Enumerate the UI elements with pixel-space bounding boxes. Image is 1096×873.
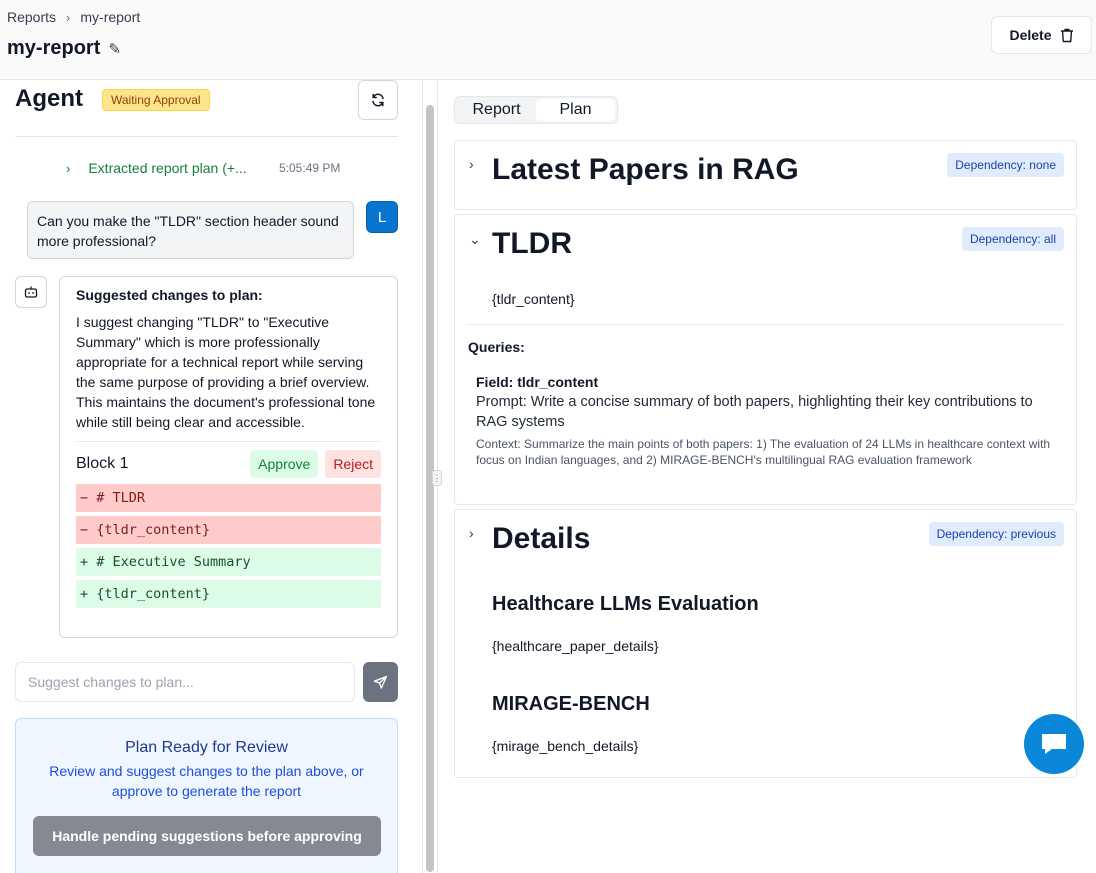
query-context: Context: Summarize the main points of bo… (476, 437, 1051, 467)
diff-line-removed: − # TLDR (76, 484, 381, 512)
queries-label: Queries: (468, 339, 525, 355)
subsection-title: MIRAGE-BENCH (492, 693, 650, 715)
plan-section-latest-papers[interactable]: › Latest Papers in RAG Dependency: none (454, 140, 1077, 210)
extracted-timestamp: 5:05:49 PM (279, 161, 341, 175)
chevron-down-icon[interactable]: ⌄ (469, 231, 481, 248)
send-button[interactable] (363, 662, 398, 702)
breadcrumb: Reports › my-report (7, 9, 140, 25)
page-title: my-report ✎ (7, 37, 121, 60)
breadcrumb-current: my-report (80, 9, 141, 25)
section-title: Details (492, 522, 591, 555)
plan-review-card: Plan Ready for Review Review and suggest… (15, 718, 398, 873)
section-divider (467, 324, 1064, 325)
reject-button[interactable]: Reject (325, 450, 381, 478)
edit-pencil-icon[interactable]: ✎ (108, 40, 121, 58)
diff-line-removed: − {tldr_content} (76, 516, 381, 544)
diff-line-added: + {tldr_content} (76, 580, 381, 608)
bot-icon (15, 276, 47, 308)
user-avatar: L (366, 201, 398, 233)
breadcrumb-reports[interactable]: Reports (7, 9, 56, 25)
diff-line-added: + # Executive Summary (76, 548, 381, 576)
refresh-icon (372, 93, 384, 107)
agent-title: Agent (15, 85, 83, 112)
subsection-content: {healthcare_paper_details} (492, 638, 659, 654)
chevron-right-icon[interactable]: › (469, 156, 474, 172)
section-title: Latest Papers in RAG (492, 153, 799, 186)
suggestion-divider (76, 441, 381, 442)
section-content: {tldr_content} (492, 291, 575, 307)
chevron-right-icon: › (66, 160, 71, 176)
tab-report[interactable]: Report (457, 99, 536, 121)
dependency-badge: Dependency: none (947, 153, 1064, 177)
approve-button[interactable]: Approve (250, 450, 319, 478)
user-message: Can you make the "TLDR" section header s… (27, 201, 354, 259)
block-header: Block 1 Approve Reject (76, 450, 381, 478)
section-title: TLDR (492, 227, 572, 260)
status-badge: Waiting Approval (102, 89, 210, 111)
approve-plan-button[interactable]: Handle pending suggestions before approv… (33, 816, 381, 856)
tab-plan[interactable]: Plan (536, 99, 615, 121)
trash-icon (1060, 28, 1073, 42)
query-prompt: Prompt: Write a concise summary of both … (476, 394, 1033, 430)
subsection-content: {mirage_bench_details} (492, 738, 639, 754)
suggestion-body: I suggest changing "TLDR" to "Executive … (76, 314, 376, 430)
page-title-text: my-report (7, 37, 101, 59)
send-icon (373, 675, 388, 689)
plan-section-details[interactable]: › Details Dependency: previous Healthcar… (454, 509, 1077, 778)
suggestion-card: Suggested changes to plan: I suggest cha… (59, 276, 398, 638)
chevron-right-icon[interactable]: › (469, 525, 474, 541)
plan-section-tldr[interactable]: ⌄ TLDR Dependency: all {tldr_content} Qu… (454, 214, 1077, 505)
page-header: Reports › my-report my-report ✎ Delete (0, 0, 1096, 80)
extracted-plan-label: Extracted report plan (+... (88, 160, 247, 176)
review-title: Plan Ready for Review (125, 739, 288, 756)
subsection-title: Healthcare LLMs Evaluation (492, 593, 759, 615)
left-panel-scrollbar[interactable] (426, 105, 434, 872)
diff-list: − # TLDR − {tldr_content} + # Executive … (76, 484, 381, 608)
delete-button-label: Delete (1009, 27, 1052, 43)
query-field: Field: tldr_content (476, 374, 599, 390)
dependency-badge: Dependency: previous (928, 522, 1064, 546)
suggest-changes-input[interactable] (15, 662, 355, 702)
chat-bubble-icon (1042, 734, 1066, 754)
suggestion-title: Suggested changes to plan: (76, 287, 263, 303)
delete-button[interactable]: Delete (991, 16, 1092, 54)
refresh-button[interactable] (358, 80, 398, 120)
block-label: Block 1 (76, 455, 129, 472)
chat-button[interactable] (1024, 714, 1084, 774)
extracted-plan-toggle[interactable]: › Extracted report plan (+... (66, 160, 247, 176)
resize-handle-icon[interactable]: ⋮ (432, 470, 442, 486)
chevron-right-icon: › (66, 9, 71, 25)
dependency-badge: Dependency: all (961, 227, 1064, 251)
agent-header-divider (15, 136, 398, 137)
review-text: Review and suggest changes to the plan a… (49, 763, 364, 799)
view-tabs: Report Plan (454, 96, 618, 124)
